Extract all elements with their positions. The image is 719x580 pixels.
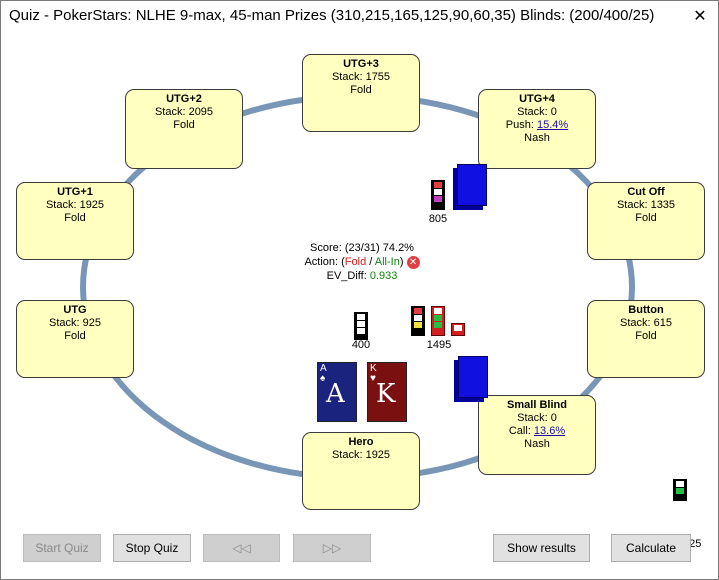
- seat-hero: Hero Stack: 1925: [302, 432, 420, 510]
- card-big-rank: A: [326, 379, 345, 409]
- push-prefix: Push:: [505, 119, 537, 131]
- seat-stack: Stack: 615: [620, 317, 672, 329]
- chip-stack-icon: [411, 306, 425, 336]
- seat-stack: Stack: 1925: [331, 449, 391, 461]
- seat-action: Nash: [524, 438, 550, 450]
- seat-name: UTG+3: [343, 58, 379, 70]
- chip-stack-icon: [451, 323, 465, 336]
- window-title: Quiz - PokerStars: NLHE 9-max, 45-man Pr…: [9, 7, 655, 24]
- chip-stack-icon: [673, 479, 687, 501]
- seat-utg1: UTG+1 Stack: 1925 Fold: [16, 182, 134, 260]
- chip-stack-icon: [354, 312, 368, 340]
- seat-utg4: UTG+4 Stack: 0 Push: 15.4% Nash: [478, 89, 596, 169]
- seat-stack: Stack: 925: [49, 317, 101, 329]
- push-range-link[interactable]: 15.4%: [537, 119, 568, 131]
- seat-stack: Stack: 0: [517, 412, 557, 424]
- seat-name: Button: [628, 304, 664, 316]
- seat-action: Fold: [173, 119, 195, 131]
- seat-action: Fold: [64, 330, 86, 342]
- seat-action: Fold: [635, 212, 657, 224]
- hero-card-ace-spades: A ♠ A: [317, 362, 357, 422]
- action-allin: All-In: [374, 256, 400, 268]
- ev-value: 0.933: [369, 270, 398, 282]
- seat-name: Hero: [348, 436, 374, 448]
- seat-push: Push: 15.4%: [479, 119, 595, 132]
- seat-action: Fold: [350, 84, 372, 96]
- seat-name: UTG+1: [57, 186, 93, 198]
- dealer-button-icon: [457, 164, 487, 206]
- chip-amount-big-blind: 400: [351, 339, 371, 351]
- call-range-link[interactable]: 13.6%: [534, 425, 565, 437]
- calculate-button[interactable]: Calculate: [611, 534, 691, 562]
- seat-cutoff: Cut Off Stack: 1335 Fold: [587, 182, 705, 260]
- ev-prefix: EV_Diff:: [326, 270, 370, 282]
- action-separator: /: [366, 256, 375, 268]
- action-fold: Fold: [344, 256, 367, 268]
- chip-amount-small-blind: 1495: [426, 339, 452, 351]
- start-quiz-button[interactable]: Start Quiz: [23, 534, 101, 562]
- seat-stack: Stack: 0: [517, 106, 557, 118]
- title-bar: Quiz - PokerStars: NLHE 9-max, 45-man Pr…: [1, 1, 718, 33]
- score-line: Score: (23/31) 74.2%: [310, 242, 414, 254]
- show-results-button[interactable]: Show results: [493, 534, 590, 562]
- poker-table-area: UTG+3 Stack: 1755 Fold UTG+2 Stack: 2095…: [1, 33, 718, 579]
- action-prefix: Action: (: [304, 256, 345, 268]
- previous-button[interactable]: ◁◁: [203, 534, 280, 562]
- small-blind-button-icon: [458, 356, 488, 398]
- spade-icon: ♠: [320, 373, 326, 384]
- score-panel: Score: (23/31) 74.2% Action: (Fold / All…: [301, 241, 423, 283]
- seat-utg: UTG Stack: 925 Fold: [16, 300, 134, 378]
- stop-quiz-button[interactable]: Stop Quiz: [113, 534, 191, 562]
- seat-call: Call: 13.6%: [479, 425, 595, 438]
- chip-amount-utg4: 805: [428, 213, 448, 225]
- wrong-answer-icon: ✕: [406, 255, 420, 269]
- chip-stack-icon: [431, 180, 445, 210]
- seat-stack: Stack: 1755: [331, 71, 391, 83]
- seat-name: UTG: [63, 304, 87, 316]
- seat-action: Fold: [64, 212, 86, 224]
- card-big-rank: K: [376, 379, 396, 409]
- seat-stack: Stack: 1925: [45, 199, 105, 211]
- call-prefix: Call:: [508, 425, 534, 437]
- seat-name: Small Blind: [507, 399, 567, 411]
- action-suffix: ): [399, 256, 404, 268]
- seat-name: UTG+2: [166, 93, 202, 105]
- seat-name: Cut Off: [627, 186, 665, 198]
- seat-action: Nash: [524, 132, 550, 144]
- hero-card-king-hearts: K ♥ K: [367, 362, 407, 422]
- seat-action: Fold: [635, 330, 657, 342]
- seat-stack: Stack: 2095: [154, 106, 214, 118]
- seat-stack: Stack: 1335: [616, 199, 676, 211]
- seat-utg3: UTG+3 Stack: 1755 Fold: [302, 54, 420, 132]
- seat-small-blind: Small Blind Stack: 0 Call: 13.6% Nash: [478, 395, 596, 475]
- next-button[interactable]: ▷▷: [293, 534, 371, 562]
- ev-diff-line: EV_Diff: 0.933: [301, 269, 423, 283]
- seat-button: Button Stack: 615 Fold: [587, 300, 705, 378]
- action-line: Action: (Fold / All-In) ✕: [301, 255, 423, 269]
- seat-name: UTG+4: [519, 93, 555, 105]
- seat-utg2: UTG+2 Stack: 2095 Fold: [125, 89, 243, 169]
- close-icon[interactable]: ✕: [688, 5, 712, 29]
- quiz-window: Quiz - PokerStars: NLHE 9-max, 45-man Pr…: [0, 0, 719, 580]
- chip-stack-icon: [431, 306, 445, 336]
